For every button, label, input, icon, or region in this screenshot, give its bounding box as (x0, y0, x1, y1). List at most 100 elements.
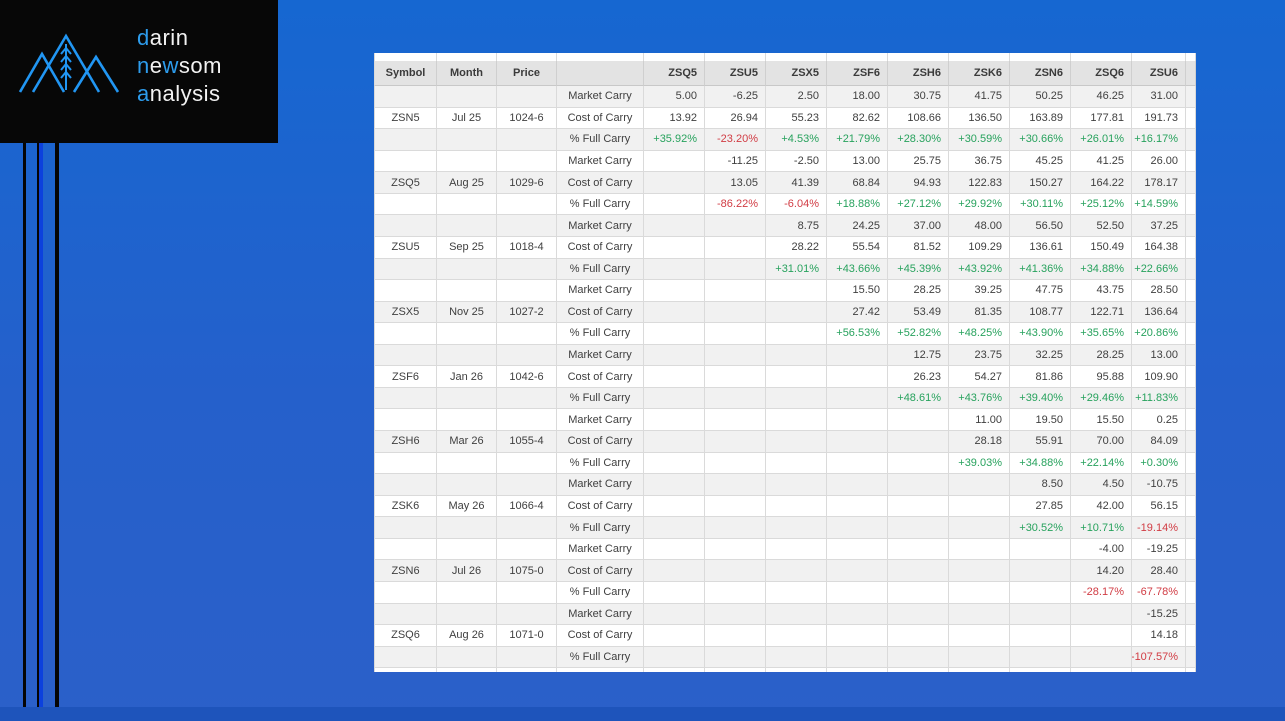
value-cell (644, 409, 705, 431)
value-cell: 14.20 (1071, 560, 1132, 582)
month-cell (437, 581, 497, 604)
value-cell (705, 495, 766, 518)
value-cell: +20.86% (1132, 323, 1186, 345)
value-cell (644, 323, 705, 345)
row-label-cell: % Full Carry (557, 517, 644, 539)
price-cell: 1029-6 (497, 172, 557, 194)
symbol-cell: ZSH6 (374, 431, 437, 453)
row-label-cell: % Full Carry (557, 129, 644, 151)
value-cell: 37.00 (888, 215, 949, 237)
value-cell: 164.22 (1071, 172, 1132, 194)
spacer-cell (1186, 581, 1196, 604)
value-cell: 50.25 (1010, 86, 1071, 108)
value-cell: -19.25 (1132, 538, 1186, 561)
month-cell (437, 538, 497, 561)
value-cell (705, 625, 766, 647)
value-cell: 122.83 (949, 172, 1010, 194)
value-cell (827, 560, 888, 582)
value-cell: 94.93 (888, 172, 949, 194)
value-cell: +26.01% (1071, 129, 1132, 151)
value-cell: 36.75 (949, 150, 1010, 173)
month-cell (437, 646, 497, 669)
value-cell (827, 625, 888, 647)
partial-row-cell (437, 668, 497, 672)
spacer-cell (1186, 452, 1196, 475)
value-cell: +45.39% (888, 258, 949, 281)
table-row: ZSQ5 Aug 25 1029-6 Cost of Carry 13.05 41.39 6… (374, 172, 1196, 194)
price-cell: 1075-0 (497, 560, 557, 582)
row-label-cell: Market Carry (557, 150, 644, 173)
spacer-cell (1186, 366, 1196, 388)
value-cell (644, 387, 705, 410)
value-cell: 178.17 (1132, 172, 1186, 194)
value-cell: +29.46% (1071, 387, 1132, 410)
table-row: ZSX5 Nov 25 1027-2 Cost of Carry 27.42 53.49 8… (374, 301, 1196, 324)
value-cell: 15.50 (1071, 409, 1132, 431)
value-cell: +52.82% (888, 323, 949, 345)
value-cell: +16.17% (1132, 129, 1186, 151)
month-cell: Aug 25 (437, 172, 497, 194)
spacer-cell (1186, 258, 1196, 281)
value-cell: +25.12% (1071, 193, 1132, 216)
value-cell: 48.00 (949, 215, 1010, 237)
value-cell: +28.30% (888, 129, 949, 151)
spacer-cell (1186, 129, 1196, 151)
partial-row-cell (374, 53, 437, 61)
value-cell: 11.00 (949, 409, 1010, 431)
value-cell: 27.42 (827, 301, 888, 324)
symbol-cell (374, 517, 437, 539)
partial-row-cell (557, 53, 644, 61)
partial-row-cell (497, 53, 557, 61)
value-cell (827, 538, 888, 561)
value-cell (888, 495, 949, 518)
value-cell (1010, 560, 1071, 582)
value-cell (888, 625, 949, 647)
price-cell (497, 474, 557, 496)
symbol-cell: ZSK6 (374, 495, 437, 518)
value-cell: -10.75 (1132, 474, 1186, 496)
value-cell (766, 495, 827, 518)
value-cell: 27.85 (1010, 495, 1071, 518)
value-cell: 28.25 (888, 280, 949, 302)
value-cell: 81.35 (949, 301, 1010, 324)
symbol-cell: ZSX5 (374, 301, 437, 324)
month-cell (437, 280, 497, 302)
value-cell (644, 538, 705, 561)
value-cell: 13.92 (644, 107, 705, 130)
partial-row-cell (1071, 668, 1132, 672)
value-cell: 164.38 (1132, 236, 1186, 259)
value-cell (644, 193, 705, 216)
value-cell: 56.50 (1010, 215, 1071, 237)
value-cell: 28.40 (1132, 560, 1186, 582)
symbol-cell: ZSF6 (374, 366, 437, 388)
value-cell (644, 625, 705, 647)
table-row: % Full Carry -28.17% -67.78% (374, 581, 1196, 604)
value-cell: 30.75 (888, 86, 949, 108)
value-cell (1010, 538, 1071, 561)
value-cell: +30.66% (1010, 129, 1071, 151)
table-row: Market Carry 8.50 4.50 -10.75 (374, 474, 1196, 496)
price-cell (497, 344, 557, 367)
value-cell (888, 603, 949, 626)
row-label-cell: Cost of Carry (557, 625, 644, 647)
value-cell (949, 603, 1010, 626)
value-cell (766, 538, 827, 561)
value-cell (644, 495, 705, 518)
value-cell (644, 236, 705, 259)
month-cell (437, 517, 497, 539)
value-cell (705, 366, 766, 388)
symbol-cell: ZSU5 (374, 236, 437, 259)
value-cell: +30.11% (1010, 193, 1071, 216)
partial-row-cell (1010, 668, 1071, 672)
value-cell: +43.76% (949, 387, 1010, 410)
row-label-cell: Market Carry (557, 538, 644, 561)
value-cell (888, 474, 949, 496)
month-cell (437, 387, 497, 410)
value-cell: 13.00 (1132, 344, 1186, 367)
value-cell (949, 495, 1010, 518)
price-cell (497, 646, 557, 669)
value-cell (888, 538, 949, 561)
row-label-cell: Market Carry (557, 215, 644, 237)
value-cell: 2.50 (766, 86, 827, 108)
table-row: ZSK6 May 26 1066-4 Cost of Carry 27.85 42.00 5… (374, 495, 1196, 518)
